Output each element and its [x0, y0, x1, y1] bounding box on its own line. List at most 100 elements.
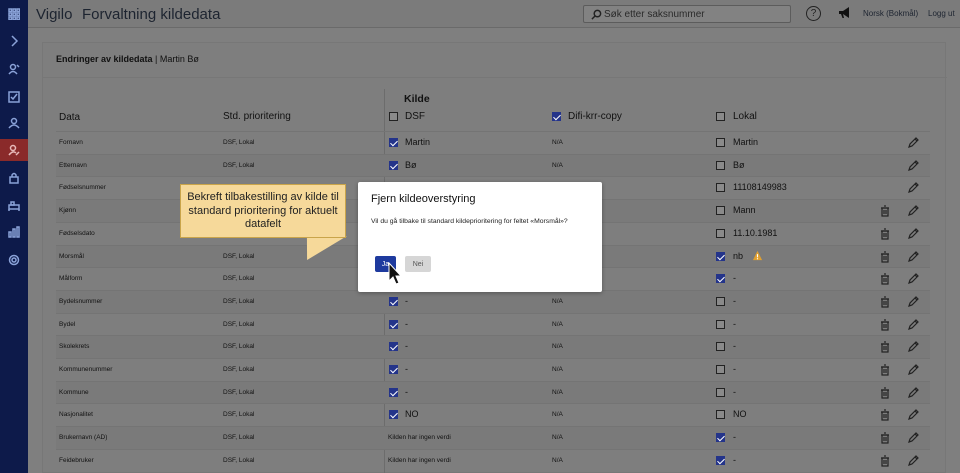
row-std-priority: DSF, Lokal	[223, 343, 255, 351]
row-field-name: Fødselsnummer	[59, 184, 106, 192]
lokal-header-checkbox[interactable]	[716, 112, 725, 121]
sidebar-item-apps[interactable]	[0, 3, 28, 25]
pencil-icon[interactable]	[907, 454, 919, 466]
trash-icon[interactable]	[879, 227, 891, 240]
trash-icon[interactable]	[879, 272, 891, 285]
sidebar-item-chevron-right[interactable]	[0, 30, 28, 52]
lokal-checkbox[interactable]	[716, 296, 725, 306]
row-std-priority: DSF, Lokal	[223, 366, 255, 373]
table-row: Kommune DSF, Lokal - N/A -	[56, 380, 930, 404]
table-row: Nasjonalitet DSF, Lokal NO N/A NO	[56, 403, 930, 426]
lokal-checkbox[interactable]	[716, 183, 725, 193]
dsf-checkbox[interactable]	[389, 410, 398, 420]
table-row: Feidebruker DSF, Lokal Kilden har ingen ve…	[56, 448, 930, 472]
pencil-icon[interactable]	[907, 408, 919, 421]
trash-icon[interactable]	[879, 318, 891, 331]
dsf-value: NO	[405, 409, 419, 420]
trash-icon[interactable]	[879, 340, 891, 353]
dsf-checkbox[interactable]	[389, 342, 398, 352]
pencil-icon[interactable]	[907, 431, 919, 444]
confirm-no-button[interactable]: Nei	[405, 256, 431, 272]
lokal-checkbox[interactable]	[716, 138, 725, 147]
sidebar-item-person-key[interactable]	[0, 58, 28, 80]
trash-icon[interactable]	[879, 363, 891, 376]
trash-icon[interactable]	[879, 250, 891, 263]
row-field-name: Brukernavn (AD)	[59, 434, 108, 442]
difi-value: N/A	[552, 434, 563, 442]
sidebar-item-bed[interactable]	[0, 194, 28, 216]
dsf-checkbox[interactable]	[389, 387, 398, 397]
lokal-checkbox[interactable]	[716, 342, 725, 352]
pencil-icon[interactable]	[907, 204, 919, 217]
search-input[interactable]	[604, 7, 786, 21]
megaphone-icon[interactable]	[838, 6, 852, 20]
pencil-icon[interactable]	[907, 181, 919, 194]
pencil-icon[interactable]	[907, 340, 919, 353]
trash-icon[interactable]	[879, 295, 891, 308]
trash-icon[interactable]	[879, 431, 891, 444]
lokal-checkbox[interactable]	[716, 206, 725, 216]
dsf-checkbox[interactable]	[389, 365, 398, 374]
lokal-value: Martin	[733, 137, 759, 147]
sidebar-item-checklist[interactable]	[0, 86, 28, 108]
sidebar-item-lock[interactable]	[0, 167, 28, 189]
trash-icon[interactable]	[879, 454, 891, 467]
table-row: Fornavn DSF, Lokal Martin N/A Martin	[56, 131, 930, 154]
apps-icon	[8, 8, 20, 20]
sidebar-item-bar-chart[interactable]	[0, 221, 28, 243]
lokal-checkbox[interactable]	[716, 433, 725, 443]
table-row: Brukernavn (AD) DSF, Lokal Kilden har inge…	[56, 426, 930, 449]
row-std-priority: DSF, Lokal	[223, 434, 255, 442]
lokal-checkbox[interactable]	[716, 228, 725, 238]
sidebar-item-person[interactable]	[0, 112, 28, 134]
trash-icon[interactable]	[879, 204, 891, 217]
dsf-checkbox[interactable]	[389, 160, 398, 170]
pencil-icon[interactable]	[907, 318, 919, 330]
dsf-value: -	[405, 386, 408, 397]
table-row: Bydel DSF, Lokal - N/A -	[56, 312, 930, 336]
kilde-header: Kilde	[404, 93, 430, 105]
row-field-name: Nasjonalitet	[59, 411, 93, 419]
trash-icon[interactable]	[879, 408, 891, 421]
lokal-checkbox[interactable]	[716, 319, 725, 329]
page-title-person: | Martin Bø	[155, 54, 199, 64]
trash-icon[interactable]	[879, 386, 891, 399]
lokal-checkbox[interactable]	[716, 410, 725, 420]
table-row: Etternavn DSF, Lokal Bø N/A Bø	[56, 153, 930, 177]
lokal-checkbox[interactable]	[716, 365, 725, 374]
dsf-header-checkbox[interactable]	[389, 112, 398, 121]
pencil-icon[interactable]	[907, 250, 919, 262]
table-row: Skolekrets DSF, Lokal - N/A -	[56, 335, 930, 358]
instruction-callout: Bekreft tilbakestilling av kilde til sta…	[180, 184, 346, 238]
dsf-checkbox[interactable]	[389, 138, 398, 147]
lokal-checkbox[interactable]	[716, 160, 725, 170]
pencil-icon[interactable]	[907, 295, 919, 307]
dsf-value: -	[405, 318, 408, 329]
difi-header-checkbox[interactable]	[552, 112, 561, 121]
dsf-checkbox[interactable]	[389, 296, 398, 306]
pencil-icon[interactable]	[907, 136, 919, 148]
dsf-checkbox[interactable]	[389, 319, 398, 329]
sidebar-item-person-edit[interactable]	[0, 139, 28, 161]
pencil-icon[interactable]	[907, 386, 919, 398]
language-selector[interactable]: Norsk (Bokmål)	[863, 9, 918, 18]
pencil-icon[interactable]	[907, 227, 919, 239]
help-icon[interactable]: ?	[806, 6, 821, 21]
lokal-checkbox[interactable]	[716, 387, 725, 397]
search-box[interactable]	[583, 5, 791, 23]
lokal-value: 11.10.1981	[733, 227, 778, 238]
pencil-icon[interactable]	[907, 363, 919, 375]
page-title: Endringer av kildedata | Martin Bø	[56, 54, 199, 64]
lokal-checkbox[interactable]	[716, 455, 725, 465]
dialog-title: Fjern kildeoverstyring	[371, 193, 476, 205]
logout-link[interactable]: Logg ut	[928, 9, 955, 18]
pencil-icon[interactable]	[907, 159, 919, 171]
person-icon	[8, 117, 20, 129]
pencil-icon[interactable]	[907, 272, 919, 285]
lokal-checkbox[interactable]	[716, 251, 725, 261]
sidebar-item-gear[interactable]	[0, 249, 28, 271]
dsf-value: -	[405, 364, 408, 374]
lokal-checkbox[interactable]	[716, 274, 725, 284]
row-field-name: Kommune	[59, 388, 89, 396]
gear-icon	[8, 254, 20, 266]
